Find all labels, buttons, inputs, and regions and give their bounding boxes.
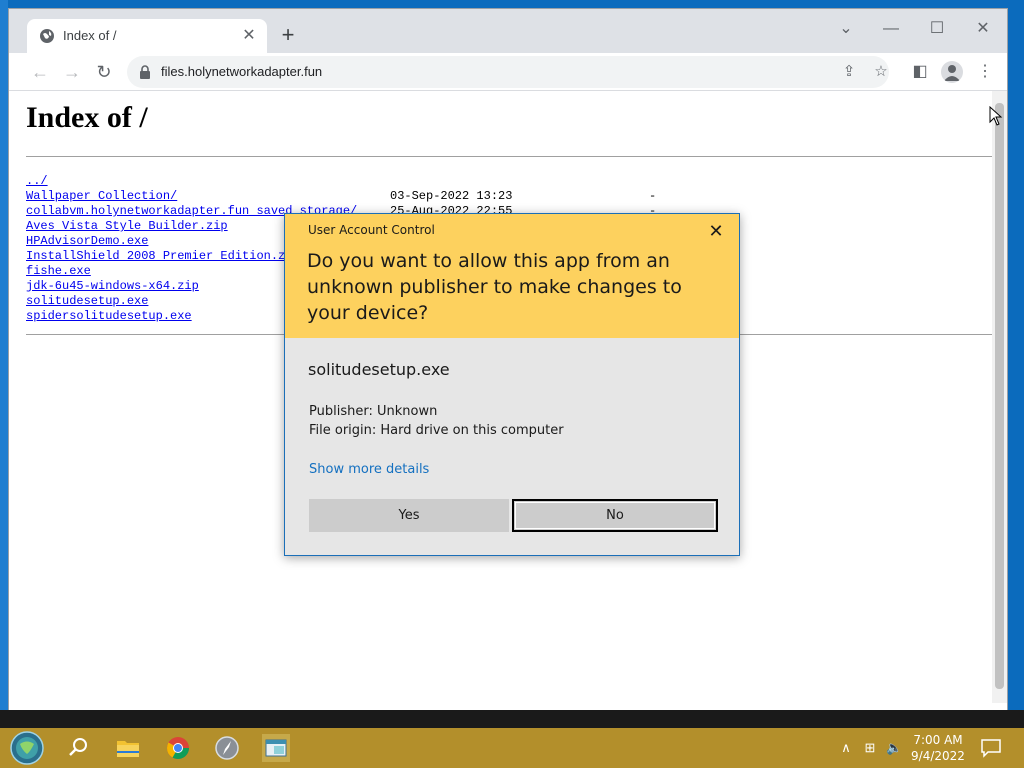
page-title: Index of / — [26, 101, 148, 134]
start-orb-icon[interactable] — [8, 730, 46, 766]
tab-title: Index of / — [63, 28, 117, 43]
uac-dialog: User Account Control ✕ Do you want to al… — [284, 213, 740, 556]
window-bottom-strip — [0, 710, 1024, 728]
tab-close-icon[interactable]: ✕ — [239, 26, 259, 46]
reload-icon[interactable]: ↻ — [90, 58, 118, 86]
tab-index[interactable]: Index of / ✕ — [27, 19, 267, 53]
forward-icon[interactable]: → — [58, 58, 86, 86]
search-icon[interactable] — [62, 732, 94, 764]
url-text: files.holynetworkadapter.fun — [161, 64, 323, 79]
globe-icon — [40, 29, 54, 43]
file-link[interactable]: spidersolitudesetup.exe — [26, 309, 192, 324]
lock-icon[interactable] — [139, 65, 151, 79]
tray-chevron-up-icon[interactable]: ∧ — [838, 740, 854, 756]
minimize-icon[interactable]: — — [874, 15, 908, 43]
mouse-cursor-icon — [989, 106, 1003, 126]
new-tab-icon[interactable]: + — [277, 24, 299, 47]
uac-question: Do you want to allow this app from an un… — [307, 250, 682, 324]
share-icon[interactable]: ⇪ — [839, 62, 859, 82]
tab-strip: Index of / ✕ + ⌄ — ☐ ✕ — [9, 9, 1007, 53]
address-bar[interactable]: files.holynetworkadapter.fun ⇪ ☆ — [127, 56, 889, 88]
scrollbar-thumb[interactable] — [995, 103, 1004, 689]
file-explorer-icon[interactable] — [112, 732, 144, 764]
file-link[interactable]: fishe.exe — [26, 264, 91, 279]
file-link[interactable]: Aves Vista Style Builder.zip — [26, 219, 228, 234]
maximize-icon[interactable]: ☐ — [920, 15, 954, 43]
uac-title: User Account Control — [308, 223, 435, 237]
file-date: 03-Sep-2022 13:23 — [390, 189, 513, 203]
bookmark-star-icon[interactable]: ☆ — [871, 62, 891, 82]
desktop-edge — [0, 0, 8, 728]
clock-date: 9/4/2022 — [911, 749, 965, 763]
file-link[interactable]: Wallpaper Collection/ — [26, 189, 177, 204]
clock-time: 7:00 AM — [913, 733, 963, 747]
close-icon[interactable]: ✕ — [705, 220, 727, 242]
back-icon[interactable]: ← — [26, 58, 54, 86]
yes-button[interactable]: Yes — [309, 499, 509, 532]
vertical-scrollbar[interactable] — [992, 91, 1007, 703]
uac-file-origin: File origin: Hard drive on this computer — [309, 423, 564, 438]
profile-avatar-icon[interactable] — [941, 61, 963, 83]
uac-publisher: Publisher: Unknown — [309, 404, 438, 419]
file-link[interactable]: InstallShield 2008 Premier Edition.z — [26, 249, 285, 264]
file-link[interactable]: jdk-6u45-windows-x64.zip — [26, 279, 199, 294]
file-link[interactable]: solitudesetup.exe — [26, 294, 148, 309]
list-item: ../ — [26, 174, 726, 189]
network-icon[interactable]: ⊞ — [862, 740, 878, 756]
show-more-details-link[interactable]: Show more details — [309, 462, 429, 477]
volume-icon[interactable]: 🔈 — [886, 740, 902, 756]
file-link[interactable]: ../ — [26, 174, 48, 189]
close-window-icon[interactable]: ✕ — [966, 15, 1000, 43]
uac-header: User Account Control ✕ Do you want to al… — [285, 214, 739, 338]
file-size: - — [649, 189, 657, 203]
app-compass-icon[interactable] — [211, 732, 243, 764]
menu-kebab-icon[interactable]: ⋮ — [971, 58, 999, 86]
browser-toolbar: ← → ↻ files.holynetworkadapter.fun ⇪ ☆ ◧… — [9, 53, 1007, 91]
window-app-icon[interactable] — [260, 732, 292, 764]
divider-top — [26, 156, 998, 157]
list-item: Wallpaper Collection/ 03-Sep-2022 13:23 … — [26, 189, 726, 204]
system-clock[interactable]: 7:00 AM 9/4/2022 — [904, 732, 972, 764]
no-button[interactable]: No — [512, 499, 718, 532]
chrome-icon[interactable] — [162, 732, 194, 764]
taskbar: ∧ ⊞ 🔈 7:00 AM 9/4/2022 — [0, 728, 1024, 768]
tab-search-icon[interactable]: ⌄ — [829, 15, 863, 43]
side-panel-icon[interactable]: ◧ — [906, 58, 934, 86]
notification-icon[interactable] — [980, 738, 1002, 758]
file-link[interactable]: HPAdvisorDemo.exe — [26, 234, 148, 249]
uac-program-name: solitudesetup.exe — [308, 360, 450, 379]
